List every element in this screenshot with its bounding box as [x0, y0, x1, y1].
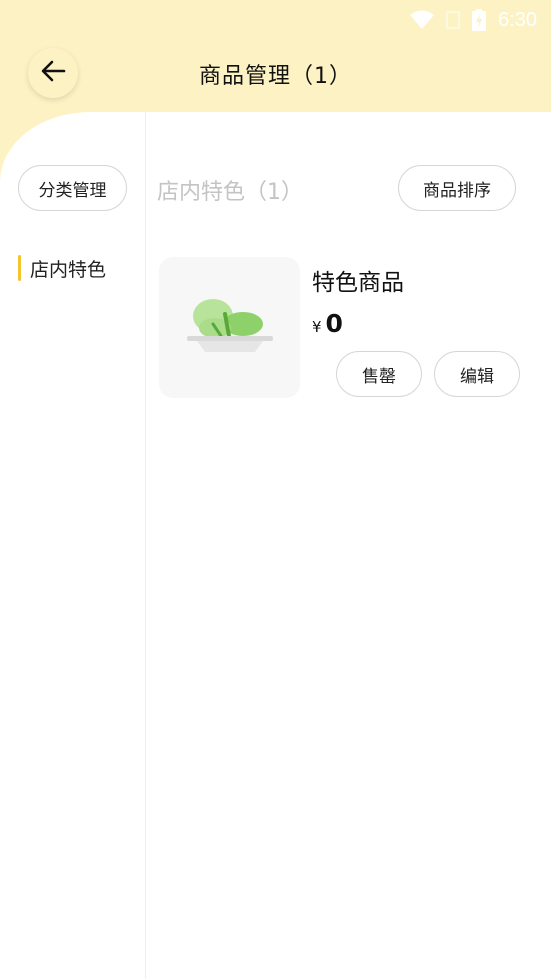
product-price: ¥ 0	[312, 309, 343, 338]
sidebar-item-label: 店内特色	[30, 258, 107, 281]
product-sort-button[interactable]: 商品排序	[398, 165, 516, 211]
content-panel: 分类管理 店内特色 店内特色（1） 商品排序 特色商品 ¥ 0 售罄 编辑	[0, 112, 551, 979]
product-image	[159, 257, 300, 398]
section-title: 店内特色（1）	[157, 180, 303, 205]
product-card[interactable]: 特色商品 ¥ 0 售罄 编辑	[159, 257, 539, 402]
currency-symbol: ¥	[312, 318, 322, 336]
product-list-panel: 店内特色（1） 商品排序 特色商品 ¥ 0 售罄 编辑	[147, 112, 551, 979]
category-management-button[interactable]: 分类管理	[18, 165, 127, 211]
edit-button[interactable]: 编辑	[434, 351, 520, 397]
status-bar: 6:30	[0, 0, 551, 40]
status-time: 6:30	[498, 8, 537, 31]
sidebar-item-store-special[interactable]: 店内特色	[18, 254, 106, 282]
page-title: 商品管理（1）	[199, 64, 352, 89]
product-name: 特色商品	[312, 270, 404, 296]
price-amount: 0	[325, 309, 343, 338]
category-sidebar: 分类管理 店内特色	[0, 112, 146, 979]
battery-charging-icon	[472, 9, 487, 31]
header: 商品管理（1）	[0, 40, 551, 110]
active-indicator	[18, 255, 21, 281]
signal-icon	[446, 10, 460, 30]
sold-out-button[interactable]: 售罄	[336, 351, 422, 397]
lettuce-dish-icon	[185, 294, 275, 362]
wifi-icon	[410, 10, 435, 30]
